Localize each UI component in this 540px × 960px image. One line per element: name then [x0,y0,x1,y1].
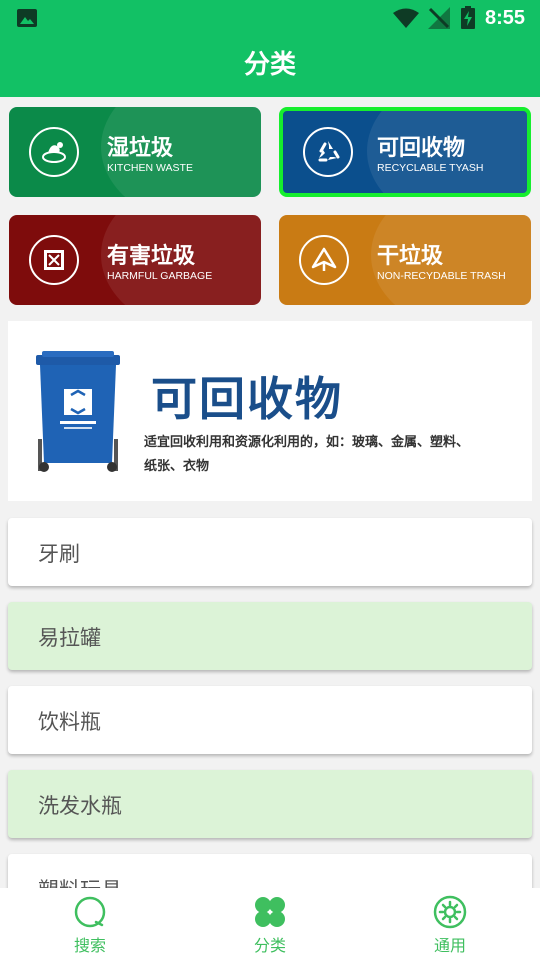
list-item[interactable]: 牙刷 [8,518,532,586]
page-title: 分类 [243,50,296,80]
settings-icon [433,895,467,929]
category-name: 可回收物 [377,136,466,161]
banner-description: 适宜回收利用和资源化利用的，如：玻璃、金属、塑料、纸张、衣物 [144,435,470,474]
banner-title: 可回收物 [151,372,343,426]
bottom-navigation: 搜索 分类 通用 [0,888,540,960]
kitchen-waste-icon [29,127,79,177]
recycle-icon [303,127,353,177]
category-name: 有害垃圾 [107,244,196,269]
tab-label: 分类 [253,936,286,955]
category-english: HARMFUL GARBAGE [107,270,213,282]
wifi-icon [393,8,419,28]
list-item[interactable]: 洗发水瓶 [8,770,532,838]
recycle-bin-illustration [36,351,120,472]
list-item-label: 饮料瓶 [38,710,101,734]
tab-category[interactable]: 分类 [230,894,310,956]
category-name: 湿垃圾 [107,136,174,161]
tab-label: 通用 [433,936,466,955]
list-item[interactable]: 易拉罐 [8,602,532,670]
search-icon [74,896,106,928]
battery-charging-icon [461,6,475,29]
list-item-label: 易拉罐 [38,626,101,650]
list-item-label: 牙刷 [38,542,80,566]
dry-trash-icon [299,235,349,285]
image-icon [17,9,37,27]
list-item[interactable]: 饮料瓶 [8,686,532,754]
category-recyclable[interactable]: 可回收物 RECYCLABLE TYASH [279,107,531,197]
category-kitchen-waste[interactable]: 湿垃圾 KITCHEN WASTE [9,107,261,197]
status-time: 8:55 [485,7,526,29]
tab-search[interactable]: 搜索 [50,894,130,956]
category-english: RECYCLABLE TYASH [377,162,484,174]
clover-icon [255,897,285,927]
app-header: 8:55 分类 [0,0,540,97]
category-dry-trash[interactable]: 干垃圾 NON-RECYDABLE TRASH [279,215,531,305]
category-english: NON-RECYDABLE TRASH [377,270,506,282]
category-name: 干垃圾 [377,244,444,269]
category-info-banner: 可回收物 适宜回收利用和资源化利用的，如：玻璃、金属、塑料、纸张、衣物 [8,321,532,501]
tab-general[interactable]: 通用 [410,894,490,956]
no-signal-icon [428,7,450,29]
category-harmful[interactable]: 有害垃圾 HARMFUL GARBAGE [9,215,261,305]
list-item-label: 洗发水瓶 [38,794,122,818]
harmful-icon [29,235,79,285]
category-english: KITCHEN WASTE [107,162,193,174]
status-bar: 8:55 [0,0,540,36]
tab-label: 搜索 [73,936,106,955]
